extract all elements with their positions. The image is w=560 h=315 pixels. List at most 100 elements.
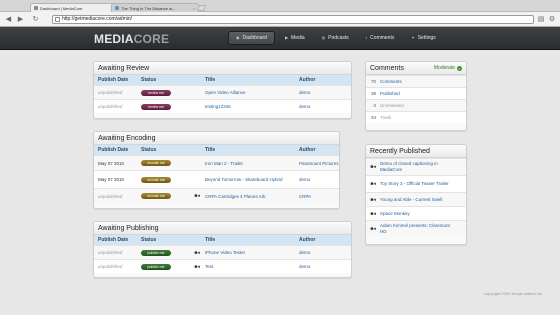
main-nav: ◉ Dashboard ▶ Media ◍ Podcasts ▪ Comments ✦ S… xyxy=(228,31,443,45)
table-row[interactable]: May 07 2010 encode me Beyond Tomorrow - … xyxy=(94,170,339,188)
nav-label: Settings xyxy=(417,35,436,41)
stat-comments[interactable]: 70 Comments xyxy=(366,75,466,87)
nav-media[interactable]: ▶ Media xyxy=(278,31,312,45)
col-author: Author xyxy=(299,237,316,243)
stat-unreviewed[interactable]: 0 Unreviewed xyxy=(366,99,466,111)
browser-tab-dashboard[interactable]: Dashboard | MediaCore × xyxy=(30,3,124,12)
browser-toolbar: ◀ ▶ ↻ http://getmediacore.com/admin/ ▤ ⚙ xyxy=(0,12,560,27)
nav-label: Comments xyxy=(370,35,395,41)
media-title-link[interactable]: Open Video Alliance xyxy=(205,90,299,95)
table-row[interactable]: unpublished review me Open Video Allianc… xyxy=(94,85,351,99)
list-item[interactable]: ■◂ Toy Story 3 - Official Teaser Trailer xyxy=(366,175,466,192)
copyright-text: copyright 2009 simple station inc xyxy=(484,291,543,296)
author-link[interactable]: demo xyxy=(299,104,351,109)
nav-podcasts[interactable]: ◍ Podcasts xyxy=(315,31,356,45)
reload-icon[interactable]: ↻ xyxy=(31,15,40,24)
publish-button[interactable]: publish me xyxy=(141,249,171,256)
recent-title-link[interactable]: Space Monkey xyxy=(380,211,450,217)
arrow-right-icon: » xyxy=(457,65,462,71)
tab-title: Dashboard | MediaCore xyxy=(40,5,83,11)
stat-count: 0 xyxy=(373,103,376,108)
url-text: http://getmediacore.com/admin/ xyxy=(62,16,133,22)
table-row[interactable]: unpublished review me testing12345 demo xyxy=(94,99,351,113)
panel-heading: Awaiting Review xyxy=(94,62,351,75)
review-button[interactable]: review me xyxy=(141,89,171,96)
stat-label: Unreviewed xyxy=(380,103,404,108)
tab-title: The Thing In The Distance w... xyxy=(121,5,176,11)
col-publish-date: Publish Date xyxy=(98,77,129,83)
media-title-link[interactable]: Test xyxy=(205,264,299,269)
moderate-link[interactable]: Moderate » xyxy=(434,65,462,71)
table-row[interactable]: unpublished publish me ■◂ iPhone Video T… xyxy=(94,245,351,259)
list-item[interactable]: ■◂ Demo of closed captioning in MediaCore xyxy=(366,158,466,175)
mediacore-logo[interactable]: MEDIACORE xyxy=(94,32,169,46)
nav-dashboard[interactable]: ◉ Dashboard xyxy=(228,31,275,45)
encode-button[interactable]: encode me xyxy=(141,160,171,166)
page-menu-icon[interactable]: ▤ xyxy=(537,15,545,24)
new-tab-button[interactable] xyxy=(197,5,206,11)
publish-date: unpublished xyxy=(98,90,123,95)
comment-stats: 70 Comments 38 Published 0 Unreviewed 34 Tra… xyxy=(366,75,466,123)
close-tab-icon[interactable]: × xyxy=(193,6,195,11)
nav-label: Dashboard xyxy=(242,35,267,41)
back-icon[interactable]: ◀ xyxy=(4,15,13,24)
recent-title-link[interactable]: Adam Kimmel presents: Claremont HD xyxy=(380,223,450,235)
col-publish-date: Publish Date xyxy=(98,237,129,243)
wrench-icon[interactable]: ⚙ xyxy=(548,15,556,24)
browser-tab-video[interactable]: The Thing In The Distance w... × xyxy=(111,3,199,12)
review-button[interactable]: review me xyxy=(141,103,171,110)
media-title-link[interactable]: CRPA Cartridges 4 Planes Ark xyxy=(205,194,299,199)
publish-date: May 07 2010 xyxy=(98,160,125,166)
forward-icon[interactable]: ▶ xyxy=(16,15,25,24)
table-header: Publish Date Status Title Author xyxy=(94,235,351,245)
stat-trash[interactable]: 34 Trash xyxy=(366,111,466,123)
nav-settings[interactable]: ✦ Settings xyxy=(404,31,442,45)
stat-label: Published xyxy=(380,91,400,96)
video-camera-icon: ■◂ xyxy=(194,263,200,270)
panel-heading: Awaiting Encoding xyxy=(94,132,339,145)
publish-date: unpublished xyxy=(98,104,123,109)
nav-comments[interactable]: ▪ Comments xyxy=(359,31,402,45)
publish-button[interactable]: publish me xyxy=(141,263,171,270)
encode-button[interactable]: encode me xyxy=(141,176,171,183)
recent-title-link[interactable]: Young and Able - Current Swell xyxy=(380,197,450,203)
media-title-link[interactable]: Iron Man 2 - Trailer xyxy=(205,161,299,166)
table-row[interactable]: May 07 2010 encode me Iron Man 2 - Trail… xyxy=(94,155,339,170)
author-link[interactable]: Paramount Pictures xyxy=(299,161,339,166)
nav-label: Podcasts xyxy=(328,35,349,41)
nav-label: Media xyxy=(291,35,305,41)
table-body: unpublished publish me ■◂ iPhone Video T… xyxy=(94,245,351,273)
encode-button[interactable]: encode me xyxy=(141,193,171,199)
panel-heading: Awaiting Publishing xyxy=(94,222,351,235)
recent-title-link[interactable]: Demo of closed captioning in MediaCore xyxy=(380,161,450,173)
table-row[interactable]: unpublished encode me ■◂ CRPA Cartridges… xyxy=(94,188,339,203)
list-item[interactable]: ■◂ Space Monkey xyxy=(366,206,466,220)
col-icon xyxy=(189,145,205,155)
list-item[interactable]: ■◂ Young and Able - Current Swell xyxy=(366,192,466,206)
table-header: Publish Date Status Title Author xyxy=(94,145,339,155)
media-title-link[interactable]: iPhone Video Tester xyxy=(205,250,299,255)
stat-count: 70 xyxy=(370,79,376,84)
address-bar[interactable]: http://getmediacore.com/admin/ xyxy=(52,15,534,24)
browser-tab-bar: Dashboard | MediaCore × The Thing In The… xyxy=(0,0,560,12)
stat-published[interactable]: 38 Published xyxy=(366,87,466,99)
recent-title-link[interactable]: Toy Story 3 - Official Teaser Trailer xyxy=(380,181,450,187)
media-title-link[interactable]: Beyond Tomorrow - Skateboard Hybrid xyxy=(205,177,299,183)
page-icon xyxy=(55,17,60,22)
list-item[interactable]: ■◂ Adam Kimmel presents: Claremont HD xyxy=(366,220,466,237)
awaiting-publishing-panel: Awaiting Publishing Publish Date Status … xyxy=(93,221,352,278)
table-row[interactable]: unpublished publish me ■◂ Test demo xyxy=(94,259,351,273)
table-body: May 07 2010 encode me Iron Man 2 - Trail… xyxy=(94,155,339,203)
author-link[interactable]: CRPA xyxy=(299,194,339,199)
moderate-label: Moderate xyxy=(433,65,455,71)
stat-count: 38 xyxy=(370,91,376,96)
gear-icon: ✦ xyxy=(411,35,415,40)
video-camera-icon: ■◂ xyxy=(370,181,376,187)
author-link[interactable]: demo xyxy=(299,177,339,182)
media-title-link[interactable]: testing12345 xyxy=(205,104,299,109)
author-link[interactable]: demo xyxy=(299,90,351,95)
author-link[interactable]: demo xyxy=(299,250,351,255)
recent-list: ■◂ Demo of closed captioning in MediaCore… xyxy=(366,158,466,237)
stat-count: 34 xyxy=(370,115,376,120)
author-link[interactable]: demo xyxy=(299,264,351,269)
